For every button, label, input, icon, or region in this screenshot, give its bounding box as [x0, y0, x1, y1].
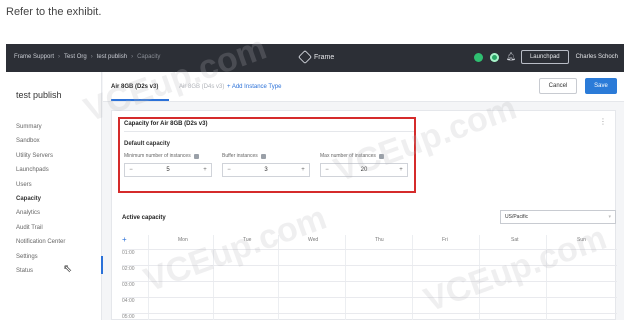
minus-icon[interactable]: − — [125, 167, 137, 173]
timezone-select[interactable]: US/Pacific ▾ — [500, 210, 616, 224]
tab-air-8gb-d4s[interactable]: Air 8GB (D4s v3) — [179, 84, 224, 90]
plus-icon[interactable]: + — [297, 167, 309, 173]
chevron-right-icon: › — [90, 54, 93, 60]
main-content: Air 8GB (D2s v3) Air 8GB (D4s v3) + Add … — [103, 72, 624, 320]
max-instances-label-text: Max number of instances — [320, 153, 376, 159]
more-options-icon[interactable]: ⋮ — [599, 117, 607, 126]
active-tab-underline — [111, 99, 169, 101]
sidebar-menu: Summary Sandbox Utility Servers Launchpa… — [16, 120, 65, 278]
time-label: 05:00 — [122, 314, 135, 320]
sidebar-item-summary[interactable]: Summary — [16, 120, 65, 134]
sidebar-item-utility-servers[interactable]: Utility Servers — [16, 149, 65, 163]
buffer-instances-label-text: Buffer instances — [222, 153, 258, 159]
sidebar: test publish Summary Sandbox Utility Ser… — [6, 72, 103, 320]
breadcrumb-account[interactable]: test publish — [97, 54, 127, 60]
max-instances-stepper[interactable]: − 20 + — [320, 163, 408, 177]
info-icon[interactable] — [378, 153, 384, 159]
breadcrumb-current: Capacity — [137, 54, 161, 60]
frame-logo-icon — [297, 49, 313, 65]
info-icon[interactable] — [260, 153, 266, 159]
sidebar-item-analytics[interactable]: Analytics — [16, 206, 65, 220]
max-instances-label: Max number of instances — [320, 153, 384, 159]
divider — [124, 131, 414, 132]
day-tue: Tue — [243, 237, 252, 243]
mouse-cursor-icon: ⇖ — [63, 263, 73, 275]
sidebar-item-status[interactable]: Status — [16, 264, 65, 278]
breadcrumb-org[interactable]: Frame Support — [14, 54, 54, 60]
min-instances-stepper[interactable]: − 5 + — [124, 163, 212, 177]
brand: Frame — [297, 49, 335, 65]
breadcrumb-test-org[interactable]: Test Org — [64, 54, 87, 60]
add-instance-type-label: Add Instance Type — [231, 84, 282, 90]
max-instances-value[interactable]: 20 — [333, 167, 395, 173]
add-instance-type-link[interactable]: + Add Instance Type — [227, 84, 281, 90]
plus-icon[interactable]: + — [199, 167, 211, 173]
time-label: 03:00 — [122, 282, 135, 288]
min-instances-label-text: Minimum number of instances — [124, 153, 191, 159]
chevron-down-icon: ▾ — [608, 214, 611, 220]
user-menu[interactable]: Charles Schoch — [576, 54, 618, 60]
capacity-panel: Capacity for Air 8GB (D2s v3) ⋮ Default … — [111, 110, 617, 320]
day-sat: Sat — [511, 237, 519, 243]
cancel-button[interactable]: Cancel — [539, 78, 577, 94]
status-indicator-icon[interactable] — [473, 52, 483, 62]
day-mon: Mon — [178, 237, 188, 243]
minus-icon[interactable]: − — [321, 167, 333, 173]
schedule-row[interactable]: 02:00 — [122, 265, 617, 281]
time-label: 01:00 — [122, 250, 135, 256]
app-screen: Frame Support › Test Org › test publish … — [6, 44, 624, 320]
sidebar-item-launchpads[interactable]: Launchpads — [16, 163, 65, 177]
sidebar-item-settings[interactable]: Settings — [16, 250, 65, 264]
min-instances-value[interactable]: 5 — [137, 167, 199, 173]
bell-icon[interactable]: 🔔︎ — [506, 53, 516, 61]
buffer-instances-stepper[interactable]: − 3 + — [222, 163, 310, 177]
top-nav-bar: Frame Support › Test Org › test publish … — [6, 44, 624, 72]
capacity-title: Capacity for Air 8GB (D2s v3) — [124, 121, 208, 127]
instance-tabs: Air 8GB (D2s v3) Air 8GB (D4s v3) + Add … — [103, 72, 624, 102]
info-icon[interactable] — [193, 153, 199, 159]
time-label: 02:00 — [122, 266, 135, 272]
day-thu: Thu — [375, 237, 384, 243]
plus-icon[interactable]: + — [395, 167, 407, 173]
brand-name: Frame — [314, 53, 335, 61]
sidebar-item-audit-trail[interactable]: Audit Trail — [16, 221, 65, 235]
chevron-right-icon: › — [58, 54, 61, 60]
schedule-row[interactable]: 04:00 — [122, 297, 617, 313]
save-button[interactable]: Save — [585, 78, 617, 94]
schedule-header: + Mon Tue Wed Thu Fri Sat Sun — [122, 235, 617, 247]
breadcrumb: Frame Support › Test Org › test publish … — [14, 54, 160, 60]
add-schedule-icon[interactable]: + — [122, 235, 127, 244]
top-right-controls: 🔔︎ Launchpad Charles Schoch — [473, 50, 618, 64]
minus-icon[interactable]: − — [223, 167, 235, 173]
tab-air-8gb-d2s[interactable]: Air 8GB (D2s v3) — [111, 84, 158, 90]
sidebar-title: test publish — [16, 90, 62, 100]
timezone-value: US/Pacific — [505, 214, 529, 220]
min-instances-label: Minimum number of instances — [124, 153, 199, 159]
default-capacity-title: Default capacity — [124, 141, 171, 147]
sidebar-item-users[interactable]: Users — [16, 178, 65, 192]
launchpad-button[interactable]: Launchpad — [520, 50, 569, 64]
sidebar-item-capacity[interactable]: Capacity — [16, 192, 65, 206]
schedule-row[interactable]: 01:00 — [122, 249, 617, 265]
day-wed: Wed — [308, 237, 319, 243]
buffer-instances-value[interactable]: 3 — [235, 167, 297, 173]
buffer-instances-label: Buffer instances — [222, 153, 266, 159]
day-fri: Fri — [442, 237, 448, 243]
active-capacity-title: Active capacity — [122, 215, 166, 221]
sidebar-item-notification-center[interactable]: Notification Center — [16, 235, 65, 249]
chevron-right-icon: › — [131, 54, 134, 60]
schedule-row[interactable]: 03:00 — [122, 281, 617, 297]
time-label: 04:00 — [122, 298, 135, 304]
day-sun: Sun — [577, 237, 586, 243]
status-toggle-icon[interactable] — [489, 52, 499, 62]
sidebar-item-sandbox[interactable]: Sandbox — [16, 134, 65, 148]
schedule-row[interactable]: 05:00 — [122, 313, 617, 320]
exhibit-caption: Refer to the exhibit. — [6, 6, 102, 18]
